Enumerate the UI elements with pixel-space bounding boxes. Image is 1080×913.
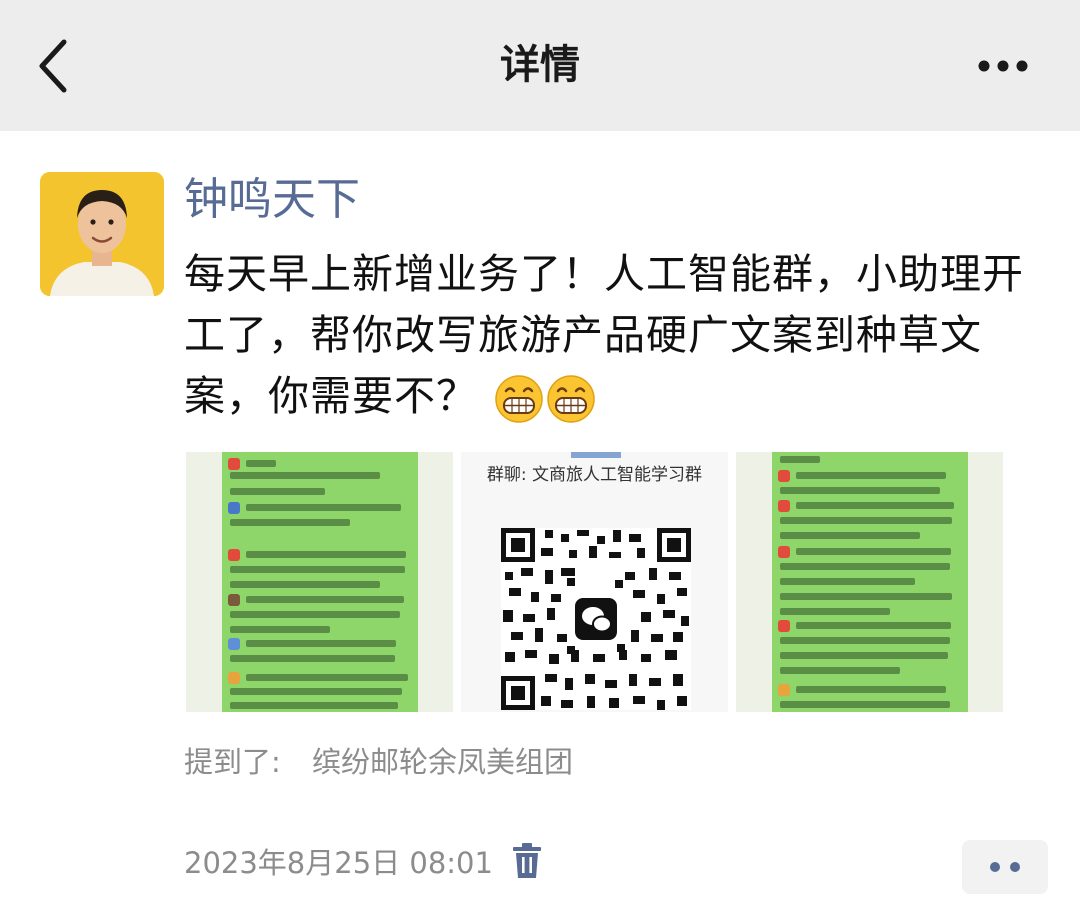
mention-label: 提到了: [184,745,281,779]
header-strip [571,452,621,458]
post-image-2[interactable]: 群聊: 文商旅人工智能学习群 [461,452,728,712]
green-text-screenshot [222,452,418,712]
mention-row: 提到了: 缤纷邮轮余凤美组团 [184,740,573,784]
author-avatar[interactable] [40,172,164,296]
post-image-3[interactable] [736,452,1003,712]
trash-icon [513,843,541,878]
two-dots-icon [990,862,1020,872]
chevron-left-icon [39,39,67,93]
post-text: 每天早上新增业务了！人工智能群，小助理开工了，帮你改写旅游产品硬广文案到种草文案… [184,250,1024,420]
post-content: 每天早上新增业务了！人工智能群，小助理开工了，帮你改写旅游产品硬广文案到种草文案… [184,244,1044,427]
qr-group-label: 群聊: 文商旅人工智能学习群 [486,465,703,485]
ellipsis-icon [978,60,1028,72]
qr-code [501,528,691,710]
back-button[interactable] [30,36,80,96]
more-options-button[interactable] [972,50,1034,82]
delete-button[interactable] [512,842,542,880]
author-name-link[interactable]: 钟鸣天下 [184,170,360,230]
grinning-face-icon [547,375,595,423]
post-timestamp: 2023年8月25日 08:01 [184,846,493,880]
mentioned-user: 缤纷邮轮余凤美组团 [312,745,574,779]
navigation-bar: 详情 [0,0,1080,131]
grinning-face-icon [495,375,543,423]
post-image-1[interactable] [186,452,453,712]
comment-like-button[interactable] [962,840,1048,894]
page-title: 详情 [500,42,580,88]
avatar-photo [40,172,164,296]
green-text-screenshot [772,452,968,712]
